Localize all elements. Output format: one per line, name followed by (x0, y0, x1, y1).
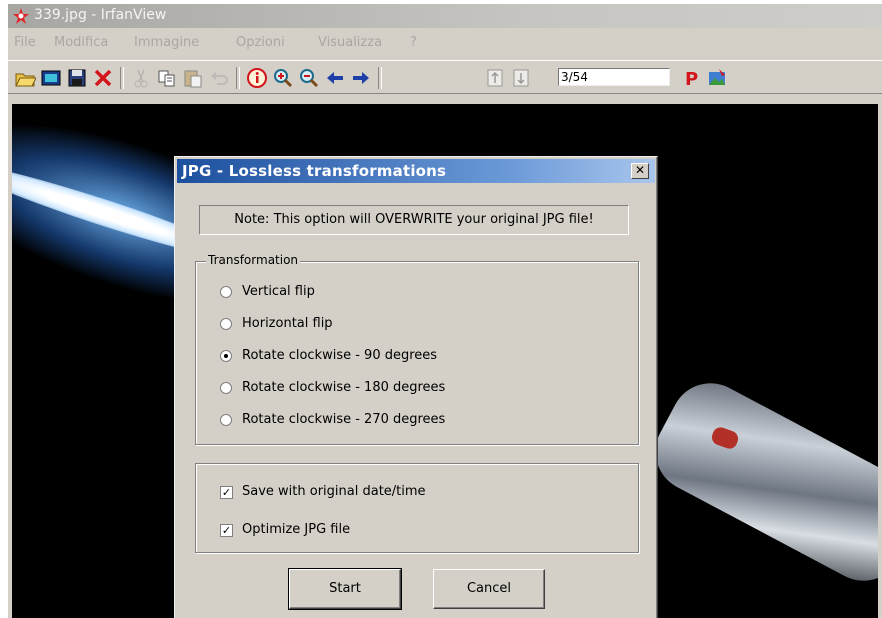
menu-modifica[interactable]: Modifica (54, 35, 108, 50)
paste-icon[interactable] (182, 67, 204, 89)
last-page-icon[interactable] (510, 67, 532, 89)
radio-button[interactable] (220, 414, 232, 426)
transformation-group-label: Transformation (206, 253, 301, 267)
radio-button-selected[interactable] (220, 350, 232, 362)
page-counter-field[interactable]: 3/54 (558, 68, 670, 86)
menu-file[interactable]: File (14, 35, 36, 50)
paypal-icon[interactable]: P (680, 67, 702, 90)
lossless-transformations-dialog: JPG - Lossless transformations ✕ Note: T… (174, 156, 658, 618)
first-page-icon[interactable] (484, 67, 506, 89)
zoom-in-icon[interactable] (272, 67, 294, 89)
save-icon[interactable] (66, 67, 88, 89)
open-icon[interactable] (14, 67, 37, 89)
close-icon[interactable]: ✕ (631, 163, 649, 179)
checkbox-label: Optimize JPG file (242, 522, 351, 537)
menu-visualizza[interactable]: Visualizza (318, 35, 382, 50)
toolbar: 3/54 P (8, 60, 882, 94)
radio-label: Rotate clockwise - 270 degrees (242, 412, 446, 427)
radio-label: Horizontal flip (242, 316, 333, 331)
previous-icon[interactable] (324, 67, 346, 89)
irfanview-app-icon (12, 7, 30, 25)
options-group: ✓ Save with original date/time ✓ Optimiz… (195, 463, 639, 553)
delete-icon[interactable] (92, 67, 114, 89)
menu-opzioni[interactable]: Opzioni (236, 35, 285, 50)
menu-help[interactable]: ? (410, 35, 417, 50)
radio-button[interactable] (220, 286, 232, 298)
radio-label: Rotate clockwise - 180 degrees (242, 380, 446, 395)
checkbox-label: Save with original date/time (242, 484, 426, 499)
radio-button[interactable] (220, 382, 232, 394)
slideshow-icon[interactable] (40, 67, 62, 89)
lightsaber-hilt (641, 369, 878, 595)
toolbar-separator (236, 67, 240, 89)
toolbar-separator (120, 67, 124, 89)
zoom-out-icon[interactable] (298, 67, 320, 89)
overwrite-warning: Note: This option will OVERWRITE your or… (199, 205, 629, 235)
transformation-group: Transformation Vertical flip Horizontal … (195, 253, 639, 445)
undo-icon[interactable] (208, 67, 230, 89)
info-icon[interactable] (246, 67, 268, 89)
start-button[interactable]: Start (288, 568, 402, 610)
menu-bar: File Modifica Immagine Opzioni Visualizz… (8, 32, 882, 54)
checkbox-checked[interactable]: ✓ (220, 524, 233, 537)
window-title: 339.jpg - IrfanView (34, 7, 167, 23)
radio-button[interactable] (220, 318, 232, 330)
dialog-titlebar[interactable]: JPG - Lossless transformations ✕ (177, 159, 655, 183)
radio-label: Rotate clockwise - 90 degrees (242, 348, 438, 363)
svg-text:P: P (685, 69, 698, 89)
dialog-title: JPG - Lossless transformations (182, 162, 447, 180)
menu-immagine[interactable]: Immagine (134, 35, 199, 50)
window-titlebar[interactable]: 339.jpg - IrfanView (8, 4, 882, 28)
cancel-button[interactable]: Cancel (433, 569, 545, 609)
radio-label: Vertical flip (242, 284, 315, 299)
cut-icon[interactable] (130, 67, 152, 89)
toolbar-separator (378, 67, 382, 89)
irfanview-logo-icon[interactable] (706, 67, 728, 89)
checkbox-checked[interactable]: ✓ (220, 486, 233, 499)
next-icon[interactable] (350, 67, 372, 89)
copy-icon[interactable] (156, 67, 178, 89)
